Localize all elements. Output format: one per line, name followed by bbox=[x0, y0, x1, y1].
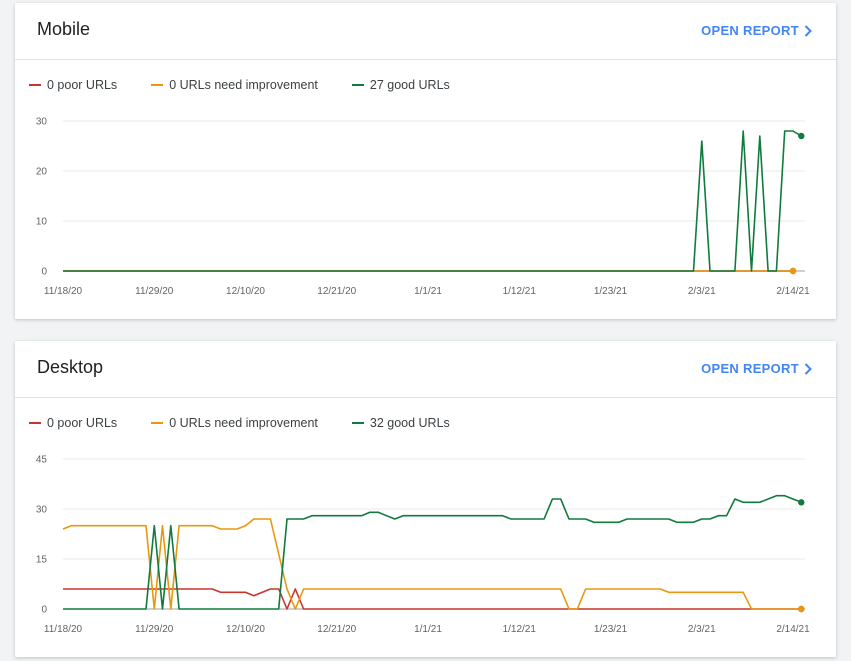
series-end-marker-good bbox=[798, 132, 805, 140]
mobile-line-chart: 0 10 20 30 11/18/20 11/29/20 12/10/20 12/21/20 1… bbox=[36, 117, 810, 298]
x-tick-label: 2/3/21 bbox=[688, 286, 716, 297]
y-tick-label: 30 bbox=[36, 505, 48, 516]
x-tick-label: 12/21/20 bbox=[317, 286, 356, 297]
series-end-marker-good bbox=[798, 499, 805, 506]
x-tick-label: 11/29/20 bbox=[135, 286, 174, 297]
x-tick-label: 11/18/20 bbox=[44, 624, 83, 635]
x-tick-label: 1/1/21 bbox=[414, 624, 442, 635]
y-tick-label: 30 bbox=[36, 117, 48, 128]
x-tick-label: 11/18/20 bbox=[44, 286, 83, 297]
mobile-card: Mobile OPEN REPORT 0 poor URLs 0 URLs ne… bbox=[15, 3, 836, 319]
x-tick-label: 2/3/21 bbox=[688, 624, 716, 635]
desktop-line-chart: 0 15 30 45 11/18/20 11/29/20 12/10/20 12/21/20 1… bbox=[36, 455, 810, 636]
y-tick-label: 15 bbox=[36, 555, 48, 566]
x-tick-label: 12/21/20 bbox=[317, 624, 356, 635]
y-tick-label: 45 bbox=[36, 455, 48, 466]
x-tick-label: 1/12/21 bbox=[503, 286, 537, 297]
series-end-marker-needs bbox=[798, 605, 805, 613]
x-tick-label: 12/10/20 bbox=[226, 624, 265, 635]
y-tick-label: 0 bbox=[41, 605, 47, 616]
y-tick-label: 20 bbox=[36, 167, 48, 178]
y-tick-label: 0 bbox=[41, 267, 47, 278]
x-tick-label: 2/14/21 bbox=[776, 624, 810, 635]
x-tick-label: 1/12/21 bbox=[503, 624, 537, 635]
series-line-good bbox=[63, 130, 802, 272]
series-line-needs bbox=[62, 518, 802, 610]
x-tick-label: 12/10/20 bbox=[226, 286, 265, 297]
x-tick-label: 1/1/21 bbox=[414, 286, 442, 297]
x-tick-label: 1/23/21 bbox=[594, 624, 628, 635]
x-tick-label: 1/23/21 bbox=[594, 286, 628, 297]
y-tick-label: 10 bbox=[36, 217, 48, 228]
series-end-marker-needs bbox=[789, 267, 797, 275]
x-tick-label: 11/29/20 bbox=[135, 624, 174, 635]
desktop-card: Desktop OPEN REPORT 0 poor URLs 0 URLs n… bbox=[15, 341, 836, 657]
x-tick-label: 2/14/21 bbox=[776, 286, 810, 297]
